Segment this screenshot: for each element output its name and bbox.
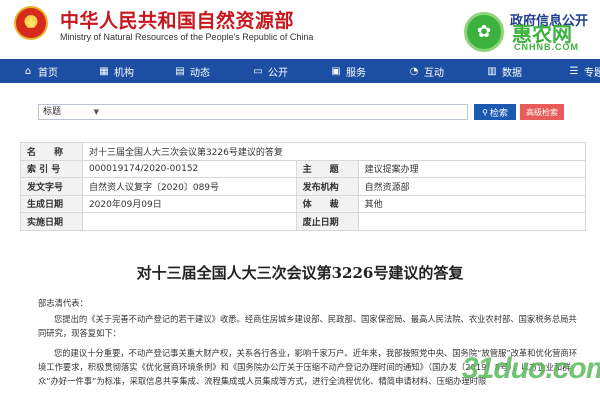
- meta-value: 建议提案办理: [357, 159, 587, 178]
- nav-item-label: 首页: [38, 67, 58, 79]
- nav-item-home[interactable]: ⌂ 首页: [22, 59, 58, 83]
- building-icon: ▦: [99, 65, 109, 77]
- meta-value: 2020年09月09日: [81, 194, 297, 213]
- meta-label: 名 称: [20, 142, 83, 161]
- nav-item-label: 数据: [502, 67, 522, 79]
- table-row: 生成日期 2020年09月09日 体 裁 其他: [20, 194, 587, 213]
- meta-value: [81, 212, 297, 231]
- watermark-url: CNHNB.COM: [514, 42, 579, 52]
- meta-label: 发布机构: [295, 177, 359, 196]
- meta-label: 生成日期: [20, 194, 83, 213]
- salutation: 部志清代表：: [38, 298, 88, 308]
- nav-item-interact[interactable]: ◔ 互动: [408, 59, 444, 83]
- nav-item-label: 公开: [268, 67, 288, 79]
- nav-item-label: 专题: [584, 67, 600, 79]
- meta-value: 自然资源部: [357, 177, 587, 196]
- nav-item-news[interactable]: ▤ 动态: [174, 59, 210, 83]
- table-row: 名 称 对十三届全国人大三次会议第3226号建议的答复: [20, 142, 587, 161]
- watermark-bottom-text: 31duo.com: [462, 352, 600, 385]
- document-meta-table: 名 称 对十三届全国人大三次会议第3226号建议的答复 索 引 号 000019…: [20, 142, 587, 231]
- chat-icon: ◔: [409, 65, 419, 77]
- nav-item-label: 互动: [424, 67, 444, 79]
- nav-item-service[interactable]: ▣ 服务: [330, 59, 366, 83]
- search-field-value: 标题: [43, 107, 62, 117]
- nav-item-label: 动态: [190, 67, 210, 79]
- main-nav: ⌂ 首页 ▦ 机构 ▤ 动态 ▭ 公开 ▣ 服务 ◔ 互动 ▥ 数据 ☰ 专题: [0, 59, 600, 83]
- meta-value: [357, 212, 587, 231]
- meta-value: 000019174/2020-00152: [81, 159, 297, 178]
- meta-label: 废止日期: [295, 212, 359, 231]
- chart-icon: ▥: [487, 65, 497, 77]
- meta-label: 发文字号: [20, 177, 83, 196]
- list-icon: ☰: [569, 65, 579, 77]
- meta-value: 自然资人议复字〔2020〕089号: [81, 177, 297, 196]
- news-icon: ▤: [175, 65, 185, 77]
- home-icon: ⌂: [24, 65, 32, 77]
- meta-label: 主 题: [295, 159, 359, 178]
- chevron-down-icon: ▼: [93, 108, 99, 116]
- briefcase-icon: ▣: [331, 65, 341, 77]
- national-emblem-icon: ★: [14, 6, 48, 40]
- nav-item-topics[interactable]: ☰ 专题: [568, 59, 600, 83]
- meta-label: 索 引 号: [20, 159, 83, 178]
- meta-value: 对十三届全国人大三次会议第3226号建议的答复: [81, 142, 587, 161]
- watermark-bottom: 31duo.com: [462, 352, 600, 386]
- search-bar: 标题 ▼ ⚲ 检索 高级检索: [0, 100, 600, 124]
- table-row: 索 引 号 000019174/2020-00152 主 题 建议提案办理: [20, 159, 587, 178]
- nav-item-data[interactable]: ▥ 数据: [486, 59, 522, 83]
- nav-item-organization[interactable]: ▦ 机构: [98, 59, 134, 83]
- meta-label: 实施日期: [20, 212, 83, 231]
- site-title: 中华人民共和国自然资源部: [60, 10, 295, 32]
- site-header: ★ 中华人民共和国自然资源部 Ministry of Natural Resou…: [0, 0, 600, 58]
- advanced-search-label: 高级检索: [526, 107, 558, 117]
- meta-value: 其他: [357, 194, 587, 213]
- table-row: 实施日期 废止日期: [20, 212, 587, 231]
- search-button[interactable]: ⚲ 检索: [474, 104, 516, 120]
- table-row: 发文字号 自然资人议复字〔2020〕089号 发布机构 自然资源部: [20, 177, 587, 196]
- nav-item-open[interactable]: ▭ 公开: [252, 59, 288, 83]
- search-icon: ⚲: [482, 107, 488, 117]
- advanced-search-button[interactable]: 高级检索: [520, 104, 564, 120]
- meta-label: 体 裁: [295, 194, 359, 213]
- nav-item-label: 服务: [346, 67, 366, 79]
- site-subtitle: Ministry of Natural Resources of the Peo…: [60, 32, 314, 42]
- screen-icon: ▭: [253, 65, 263, 77]
- nav-item-label: 机构: [114, 67, 134, 79]
- search-input[interactable]: 标题 ▼: [38, 104, 468, 120]
- paragraph: 您提出的《关于完善不动产登记的若干建议》收悉。经商住房城乡建设部、民政部、国家保…: [38, 314, 577, 338]
- search-button-label: 检索: [489, 108, 508, 119]
- search-field-select[interactable]: 标题 ▼: [41, 106, 101, 118]
- document-title: 对十三届全国人大三次会议第3226号建议的答复: [136, 264, 464, 282]
- page: ★ 中华人民共和国自然资源部 Ministry of Natural Resou…: [0, 0, 600, 400]
- watermark-logo-icon: ✿: [464, 12, 504, 52]
